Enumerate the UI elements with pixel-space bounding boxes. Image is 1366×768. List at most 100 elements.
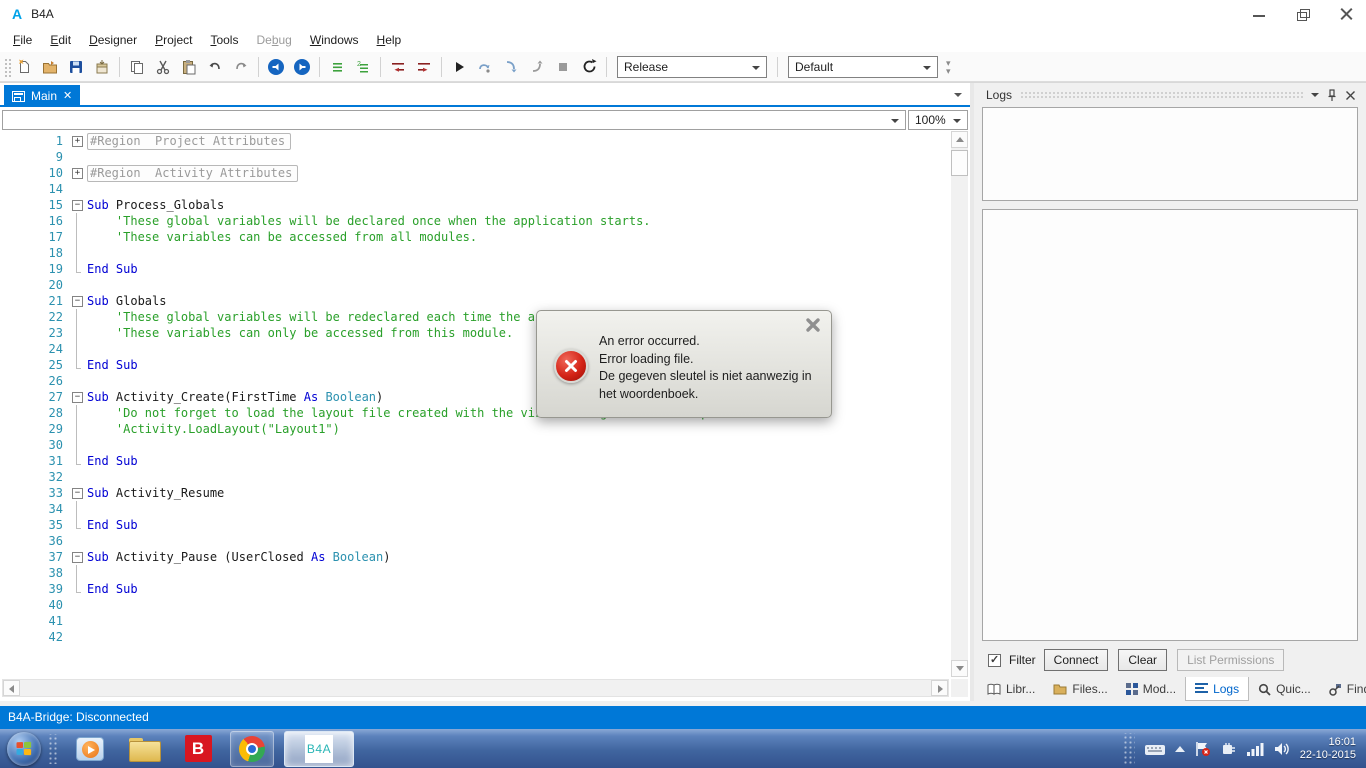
- panel-tab-find[interactable]: Find...: [1320, 677, 1366, 701]
- panel-tab-files[interactable]: Files...: [1044, 677, 1116, 701]
- vertical-scroll-thumb[interactable]: [951, 150, 968, 176]
- code-line[interactable]: 41: [0, 613, 950, 629]
- panel-tab-logs[interactable]: Logs: [1185, 677, 1250, 701]
- network-signal-icon[interactable]: [1246, 742, 1264, 756]
- build-configuration-dropdown[interactable]: Release: [617, 55, 767, 78]
- filter-checkbox[interactable]: [988, 653, 1001, 667]
- clear-button[interactable]: Clear: [1118, 649, 1168, 671]
- menu-windows[interactable]: Windows: [301, 30, 368, 50]
- code-line[interactable]: 9: [0, 149, 950, 165]
- rebuild-icon[interactable]: [577, 55, 601, 79]
- code-line[interactable]: 37 Sub Activity_Pause (UserClosed As Bool…: [0, 549, 950, 565]
- copy-icon[interactable]: [125, 55, 149, 79]
- navigate-forward-icon[interactable]: [290, 55, 314, 79]
- connect-button[interactable]: Connect: [1043, 649, 1109, 671]
- bitdefender-taskbar-button[interactable]: B: [176, 731, 220, 767]
- code-line[interactable]: 42: [0, 629, 950, 645]
- power-plug-icon[interactable]: [1221, 741, 1237, 757]
- close-button-icon[interactable]: [1340, 7, 1354, 21]
- restore-button-icon[interactable]: [1296, 7, 1310, 21]
- scroll-down-icon[interactable]: [951, 660, 968, 677]
- panel-tab-mod[interactable]: Mod...: [1117, 677, 1185, 701]
- step-into-icon[interactable]: [499, 55, 523, 79]
- minimize-button-icon[interactable]: [1252, 7, 1266, 21]
- comment-icon[interactable]: [325, 55, 349, 79]
- cut-icon[interactable]: [151, 55, 175, 79]
- module-member-dropdown[interactable]: [2, 110, 906, 130]
- panel-tab-quic[interactable]: Quic...: [1249, 677, 1320, 701]
- code-line[interactable]: 31 End Sub: [0, 453, 950, 469]
- scroll-up-icon[interactable]: [951, 131, 968, 148]
- fold-collapse-icon[interactable]: [72, 389, 87, 405]
- export-icon[interactable]: [90, 55, 114, 79]
- editor-zoom-dropdown[interactable]: 100%: [908, 110, 968, 130]
- vertical-scrollbar[interactable]: [951, 131, 968, 677]
- fold-collapse-icon[interactable]: [72, 293, 87, 309]
- open-project-icon[interactable]: [38, 55, 62, 79]
- menu-edit[interactable]: Edit: [41, 30, 80, 50]
- tab-close-icon[interactable]: ✕: [63, 90, 72, 102]
- code-line[interactable]: 36: [0, 533, 950, 549]
- code-line[interactable]: 40: [0, 597, 950, 613]
- redo-icon[interactable]: [229, 55, 253, 79]
- logs-detail-area[interactable]: [982, 209, 1358, 641]
- action-center-flag-icon[interactable]: [1194, 741, 1212, 757]
- fold-collapse-icon[interactable]: [72, 485, 87, 501]
- scroll-left-icon[interactable]: [3, 680, 20, 696]
- panel-tab-libr[interactable]: Libr...: [978, 677, 1044, 701]
- code-line[interactable]: 34: [0, 501, 950, 517]
- menu-designer[interactable]: Designer: [80, 30, 146, 50]
- scroll-right-icon[interactable]: [931, 680, 948, 696]
- code-line[interactable]: 18: [0, 245, 950, 261]
- code-line[interactable]: 16 'These global variables will be decla…: [0, 213, 950, 229]
- menu-file[interactable]: File: [4, 30, 41, 50]
- toolbar-grip[interactable]: [3, 56, 11, 77]
- horizontal-scrollbar[interactable]: [2, 679, 949, 697]
- shift-right-icon[interactable]: [412, 55, 436, 79]
- run-icon[interactable]: [447, 55, 471, 79]
- code-line[interactable]: 39 End Sub: [0, 581, 950, 597]
- menu-tools[interactable]: Tools: [201, 30, 247, 50]
- code-line[interactable]: 1 #Region Project Attributes: [0, 133, 950, 150]
- panel-menu-chevron-icon[interactable]: [1311, 93, 1319, 97]
- pin-icon[interactable]: [1327, 88, 1337, 102]
- fold-collapse-icon[interactable]: [72, 549, 87, 565]
- undo-icon[interactable]: [203, 55, 227, 79]
- show-hidden-icons-button[interactable]: [1174, 745, 1185, 752]
- uncomment-icon[interactable]: 2: [351, 55, 375, 79]
- code-line[interactable]: 32: [0, 469, 950, 485]
- taskbar-clock[interactable]: 16:01 22-10-2015: [1300, 736, 1356, 762]
- toolbar-overflow-icon[interactable]: ▾ ▾: [946, 58, 951, 75]
- chrome-taskbar-button[interactable]: [230, 730, 274, 767]
- navigate-back-icon[interactable]: [264, 55, 288, 79]
- save-icon[interactable]: [64, 55, 88, 79]
- code-line[interactable]: 10 #Region Activity Attributes: [0, 165, 950, 182]
- code-line[interactable]: 38: [0, 565, 950, 581]
- keyboard-icon[interactable]: [1144, 742, 1166, 756]
- code-line[interactable]: 35 End Sub: [0, 517, 950, 533]
- explorer-taskbar-button[interactable]: [122, 731, 166, 767]
- new-file-icon[interactable]: [12, 55, 36, 79]
- tab-main[interactable]: Main ✕: [4, 85, 81, 107]
- paste-icon[interactable]: [177, 55, 201, 79]
- logs-output-area[interactable]: [982, 107, 1358, 201]
- step-over-icon[interactable]: [473, 55, 497, 79]
- volume-icon[interactable]: [1273, 741, 1291, 757]
- code-line[interactable]: 19 End Sub: [0, 261, 950, 277]
- tab-list-chevron-icon[interactable]: [954, 93, 962, 97]
- code-line[interactable]: 33 Sub Activity_Resume: [0, 485, 950, 501]
- panel-close-icon[interactable]: [1345, 90, 1356, 101]
- panel-drag-texture[interactable]: [1020, 91, 1303, 99]
- code-line[interactable]: 21 Sub Globals: [0, 293, 950, 309]
- stop-icon[interactable]: [551, 55, 575, 79]
- code-line[interactable]: 14: [0, 181, 950, 197]
- code-line[interactable]: 15 Sub Process_Globals: [0, 197, 950, 213]
- code-line[interactable]: 20: [0, 277, 950, 293]
- menu-help[interactable]: Help: [368, 30, 411, 50]
- fold-collapse-icon[interactable]: [72, 197, 87, 213]
- run-configuration-dropdown[interactable]: Default: [788, 55, 938, 78]
- b4a-taskbar-button[interactable]: B4A: [284, 730, 354, 767]
- shift-left-icon[interactable]: [386, 55, 410, 79]
- menu-project[interactable]: Project: [146, 30, 201, 50]
- fold-expand-icon[interactable]: [72, 133, 87, 149]
